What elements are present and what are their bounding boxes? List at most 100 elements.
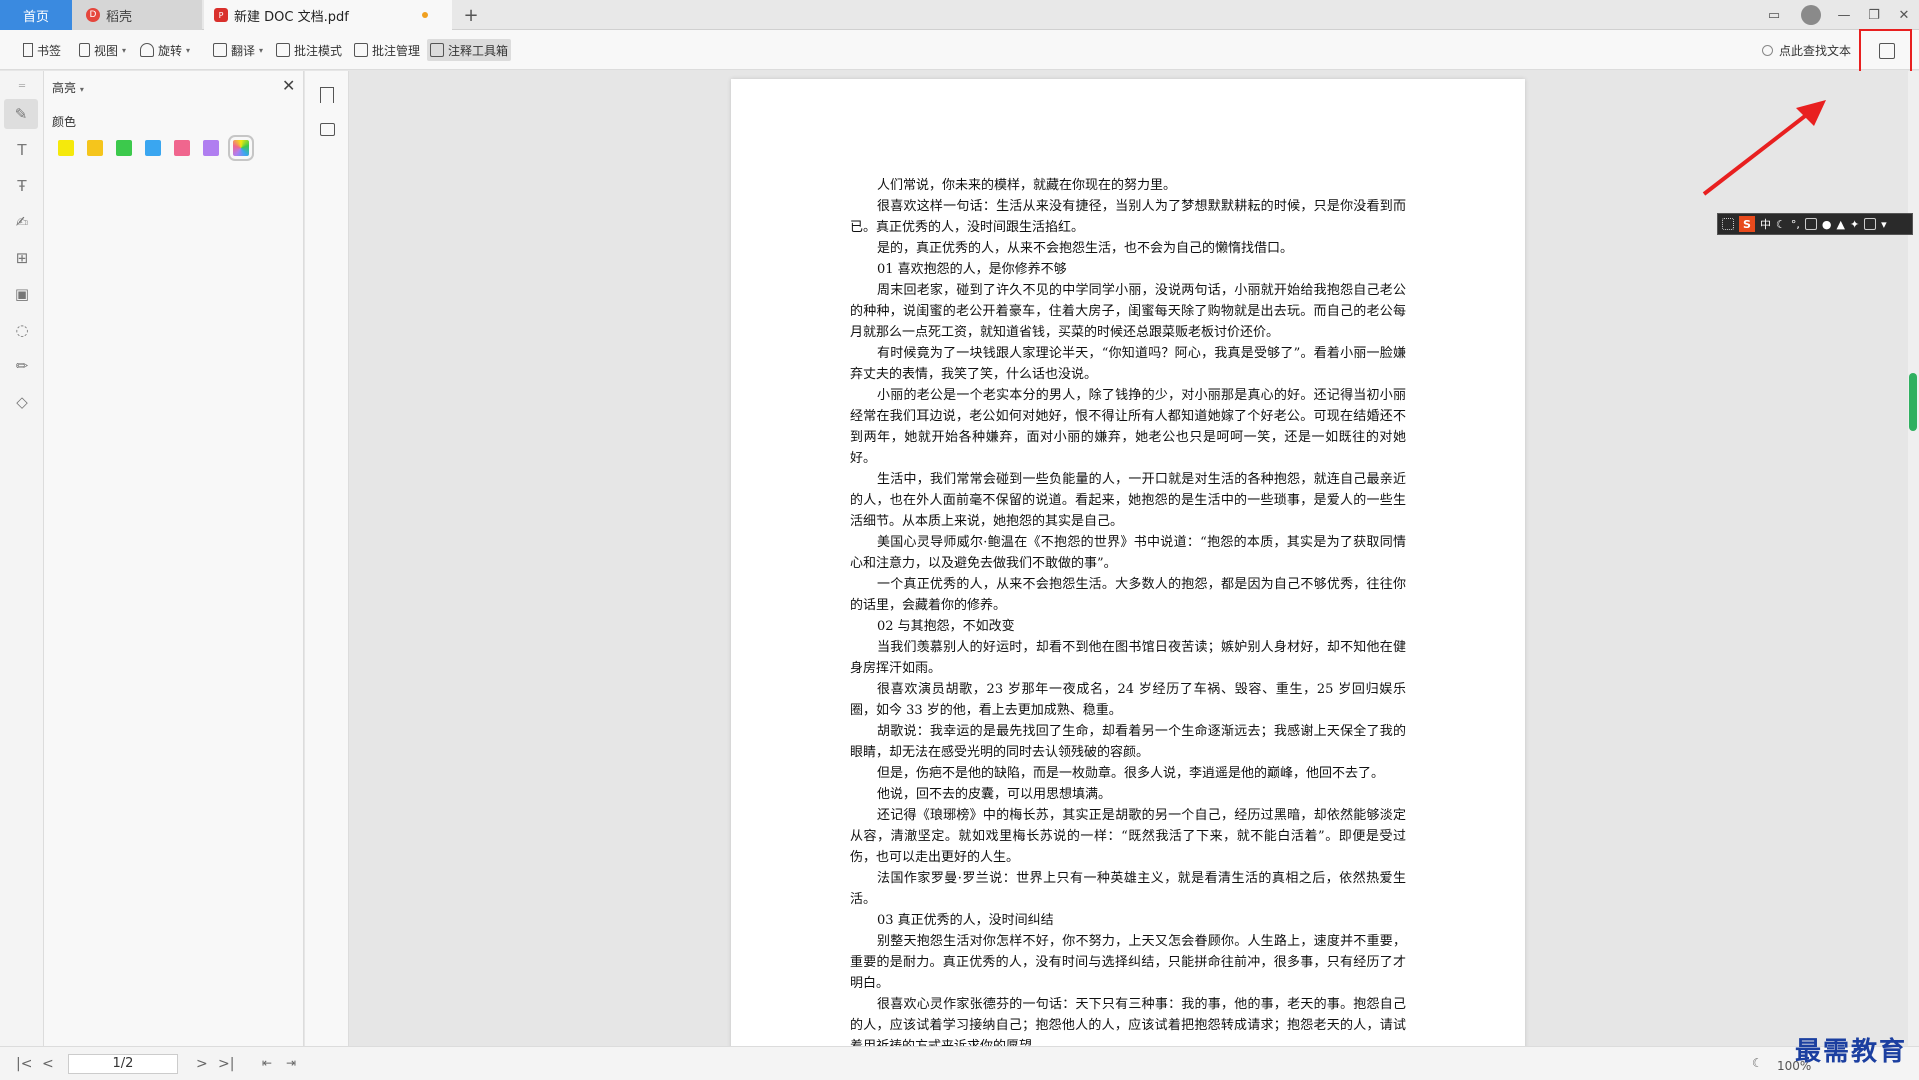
- tools-icon[interactable]: ✦: [1850, 218, 1859, 231]
- chevron-down-icon: ▾: [186, 45, 191, 55]
- color-swatch-yellow[interactable]: [58, 140, 74, 156]
- user-icon[interactable]: ●: [1822, 218, 1832, 231]
- tab-docer[interactable]: D 稻壳: [72, 0, 202, 30]
- color-swatch-green[interactable]: [116, 140, 132, 156]
- document-paragraph: 03 真正优秀的人，没时间纠结: [877, 913, 1054, 928]
- new-tab-button[interactable]: +: [458, 0, 484, 30]
- document-paragraph: 法国作家罗曼·罗兰说：世界上只有一种英雄主义，就是看清生活的真相之后，依然热爱生…: [850, 871, 1406, 907]
- watermark-logo: 最需教育: [1795, 1037, 1908, 1067]
- prev-page-icon[interactable]: <: [42, 1056, 54, 1072]
- document-paragraph: 是的，真正优秀的人，从来不会抱怨生活，也不会为自己的懒惰找借口。: [877, 241, 1294, 256]
- night-mode-icon[interactable]: ☾: [1752, 1056, 1763, 1070]
- rotate-button[interactable]: 旋转 ▾: [137, 39, 193, 61]
- color-swatch-blue[interactable]: [145, 140, 161, 156]
- color-swatch-pink[interactable]: [174, 140, 190, 156]
- annotation-mode-button[interactable]: 批注模式: [273, 39, 345, 61]
- chevron-down-icon: ▾: [79, 85, 84, 94]
- minimize-button[interactable]: —: [1829, 0, 1859, 30]
- view-icon: [79, 43, 90, 57]
- annotation-mode-label: 批注模式: [294, 43, 343, 58]
- highlight-tool-icon[interactable]: ✎: [4, 99, 38, 129]
- document-page: 人们常说，你未来的模样，就藏在你现在的努力里。很喜欢这样一句话：生活从来没有捷径…: [731, 79, 1525, 1046]
- prev-view-icon[interactable]: ⇤: [262, 1056, 272, 1070]
- annotation-toolbox-button[interactable]: 注释工具箱: [427, 39, 512, 61]
- status-bar: |< < 1/2 > >| ⇤ ⇥ ☾ 100%: [0, 1046, 1919, 1080]
- red-arrow-icon: [1702, 100, 1826, 196]
- docer-icon: D: [86, 8, 100, 22]
- exit-annotation-icon[interactable]: [1879, 43, 1895, 59]
- document-paragraph: 小丽的老公是一个老实本分的男人，除了钱挣的少，对小丽那是真心的好。还记得当初小丽…: [850, 388, 1406, 466]
- document-paragraph: 很喜欢这样一句话：生活从来没有捷径，当别人为了梦想默默耕耘的时候，只是你没看到而…: [850, 199, 1406, 235]
- punct-icon[interactable]: °,: [1791, 218, 1800, 231]
- bookmark-button[interactable]: 书签: [20, 39, 64, 61]
- chevron-down-icon[interactable]: ▾: [1881, 218, 1887, 231]
- add-note-tool-icon[interactable]: ⊞: [13, 249, 31, 267]
- expand-icon[interactable]: [1864, 218, 1877, 230]
- skin-icon[interactable]: ▲: [1836, 218, 1844, 231]
- grip-icon: ═: [18, 80, 26, 92]
- bookmark-label: 书签: [37, 43, 62, 58]
- rotate-icon: [140, 43, 154, 57]
- find-text-button[interactable]: 点此查找文本: [1761, 42, 1851, 59]
- pen-tool-icon[interactable]: ✏: [13, 357, 31, 375]
- view-button[interactable]: 视图 ▾: [76, 39, 129, 61]
- document-paragraph: 01 喜欢抱怨的人，是你修养不够: [877, 262, 1067, 277]
- page-number-input[interactable]: 1/2: [68, 1054, 178, 1074]
- text-tool-icon[interactable]: T: [13, 141, 31, 159]
- sogou-logo-icon: S: [1739, 216, 1755, 232]
- moon-icon[interactable]: ☾: [1776, 218, 1786, 231]
- image-tool-icon[interactable]: ▣: [13, 285, 31, 303]
- highlight-panel: 高亮 ▾ ✕ 颜色: [44, 71, 304, 1046]
- tab-pdf-label: 新建 DOC 文档.pdf: [234, 9, 349, 25]
- tab-docer-label: 稻壳: [106, 9, 133, 25]
- search-icon: [1761, 45, 1773, 56]
- avatar[interactable]: [1801, 5, 1821, 25]
- restore-button[interactable]: ❐: [1859, 0, 1889, 30]
- bookmark-icon: [23, 43, 33, 57]
- document-paragraph: 周末回老家，碰到了许久不见的中学同学小丽，没说两句话，小丽就开始给我抱怨自己老公…: [850, 283, 1406, 340]
- highlight-dropdown[interactable]: 高亮 ▾: [52, 79, 84, 96]
- layout-icon[interactable]: ▭: [1755, 0, 1793, 30]
- ime-lang[interactable]: 中: [1760, 216, 1771, 232]
- highlight-title: 高亮: [52, 81, 77, 95]
- document-paragraph: 生活中，我们常常会碰到一些负能量的人，一开口就是对生活的各种抱怨，就连自己最亲近…: [850, 472, 1406, 529]
- next-view-icon[interactable]: ⇥: [286, 1056, 296, 1070]
- color-label: 颜色: [52, 115, 77, 129]
- annotation-manage-label: 批注管理: [372, 43, 421, 58]
- color-swatch-orange[interactable]: [87, 140, 103, 156]
- annotation-tool-strip: ═ ✎ T Ŧ ✍ ⊞ ▣ ◌ ✏ ◇: [0, 71, 44, 1046]
- close-icon[interactable]: ✕: [282, 76, 295, 95]
- document-paragraph: 但是，伤疤不是他的缺陷，而是一枚勋章。很多人说，李逍遥是他的巅峰，他回不去了。: [877, 766, 1385, 781]
- find-text-label: 点此查找文本: [1778, 44, 1851, 58]
- scrollbar-thumb[interactable]: [1909, 373, 1917, 431]
- last-page-icon[interactable]: >|: [218, 1056, 234, 1072]
- color-swatch-purple[interactable]: [203, 140, 219, 156]
- comment-icon: [354, 43, 368, 57]
- tab-home[interactable]: 首页: [0, 0, 72, 30]
- document-text[interactable]: 人们常说，你未来的模样，就藏在你现在的努力里。很喜欢这样一句话：生活从来没有捷径…: [850, 175, 1406, 1046]
- keyboard-icon[interactable]: [1804, 218, 1817, 230]
- unsaved-dot-icon[interactable]: [422, 12, 428, 18]
- first-page-icon[interactable]: |<: [16, 1056, 32, 1072]
- ime-toolbar: S 中 ☾ °, ● ▲ ✦ ▾: [1717, 213, 1913, 235]
- document-paragraph: 当我们羡慕别人的好运时，却看不到他在图书馆日夜苦读；嫉妒别人身材好，却不知他在健…: [850, 640, 1406, 676]
- document-paragraph: 有时候竟为了一块钱跟人家理论半天，“你知道吗？阿心，我真是受够了”。看着小丽一脸…: [850, 346, 1406, 382]
- tab-bar: 首页 D 稻壳 P 新建 DOC 文档.pdf + ▭ — ❐ ✕: [0, 0, 1919, 30]
- annotation-manage-button[interactable]: 批注管理: [351, 39, 423, 61]
- next-page-icon[interactable]: >: [196, 1056, 208, 1072]
- translate-label: 翻译: [231, 43, 256, 58]
- annotation-toolbox-label: 注释工具箱: [448, 43, 509, 58]
- shape-tool-icon[interactable]: ◌: [13, 321, 31, 339]
- eraser-tool-icon[interactable]: ◇: [13, 393, 31, 411]
- translate-button[interactable]: 翻译 ▾: [210, 39, 266, 61]
- document-paragraph: 人们常说，你未来的模样，就藏在你现在的努力里。: [877, 178, 1177, 193]
- comment-icon[interactable]: [320, 123, 335, 136]
- color-palette-icon[interactable]: [228, 135, 254, 161]
- grid-icon: [1722, 218, 1734, 230]
- bookmark-icon[interactable]: [320, 87, 334, 103]
- document-paragraph: 一个真正优秀的人，从来不会抱怨生活。大多数人的抱怨，都是因为自己不够优秀，往往你…: [850, 577, 1406, 613]
- note-tool-icon[interactable]: ✍: [13, 213, 31, 231]
- tab-pdf-document[interactable]: P 新建 DOC 文档.pdf: [204, 0, 452, 30]
- close-window-button[interactable]: ✕: [1889, 0, 1919, 30]
- text-box-tool-icon[interactable]: Ŧ: [13, 177, 31, 195]
